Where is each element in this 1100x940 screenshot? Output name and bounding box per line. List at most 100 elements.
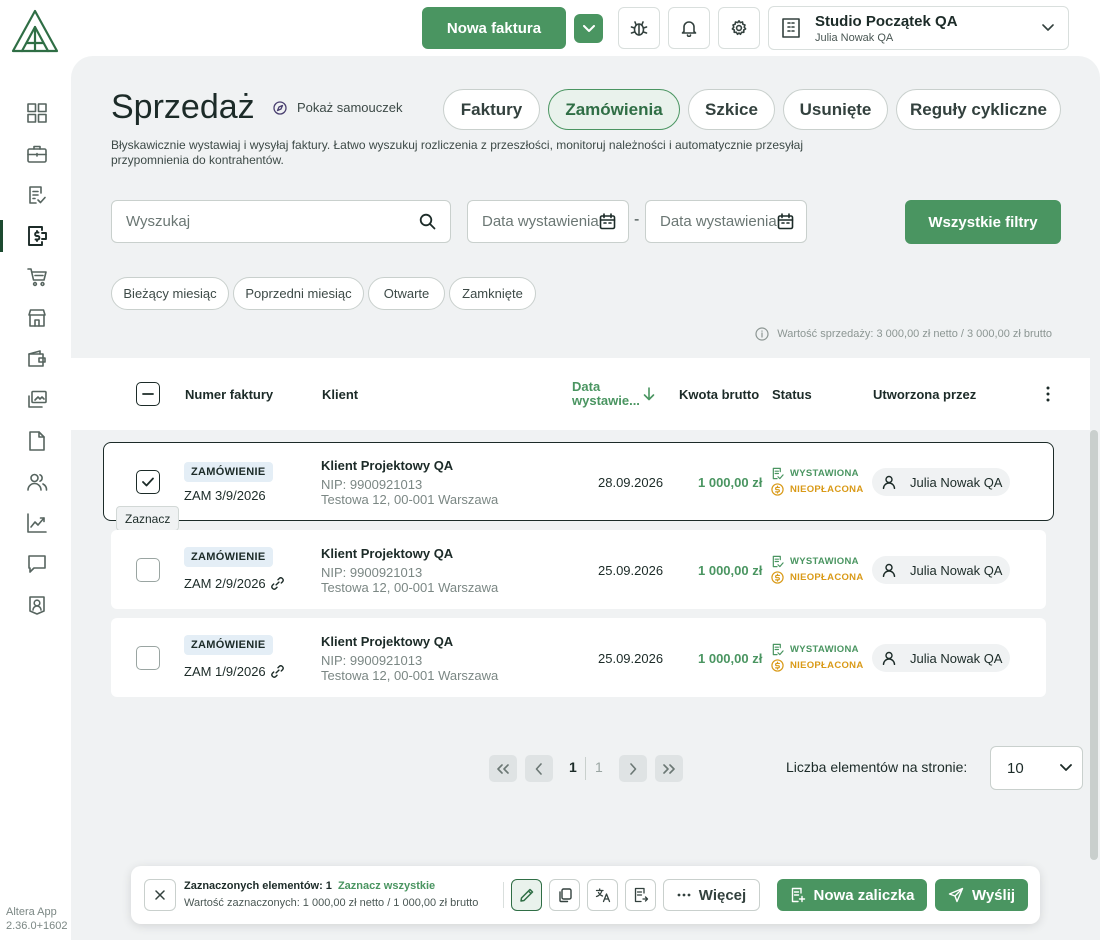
notifications-button[interactable]: [668, 7, 710, 49]
company-switcher[interactable]: Studio Początek QA Julia Nowak QA: [768, 6, 1069, 50]
calendar-icon: [599, 213, 616, 230]
edit-button[interactable]: [511, 879, 542, 911]
column-number[interactable]: Numer faktury: [185, 387, 273, 402]
chip-open[interactable]: Otwarte: [368, 277, 445, 310]
last-page-button[interactable]: [655, 755, 683, 782]
client-name[interactable]: Klient Projektowy QA: [321, 634, 453, 649]
chart-icon[interactable]: [26, 512, 48, 534]
status-issued-text: WYSTAWIONA: [790, 556, 859, 567]
columns-menu-button[interactable]: [1040, 385, 1056, 403]
client-nip: NIP: 9900921013: [321, 653, 423, 668]
tab-drafts[interactable]: Szkice: [688, 89, 775, 130]
dashboard-icon[interactable]: [26, 102, 48, 124]
first-page-button[interactable]: [489, 755, 517, 782]
translate-button[interactable]: [587, 879, 618, 911]
status-unpaid-text: NIEOPŁACONA: [790, 572, 864, 583]
new-invoice-button[interactable]: Nowa faktura: [422, 7, 566, 49]
column-status[interactable]: Status: [772, 387, 812, 402]
per-page-select[interactable]: 10: [990, 746, 1083, 790]
order-number[interactable]: ZAM 2/9/2026: [184, 576, 285, 591]
document-plus-icon: [791, 887, 805, 903]
current-page[interactable]: 1: [569, 759, 577, 775]
more-actions-button[interactable]: Więcej: [663, 879, 760, 911]
column-amount[interactable]: Kwota brutto: [679, 387, 759, 402]
briefcase-icon[interactable]: [26, 143, 48, 165]
search-input[interactable]: [126, 213, 419, 230]
date-to-box[interactable]: [645, 200, 807, 243]
total-pages: 1: [595, 759, 603, 775]
order-number[interactable]: ZAM 1/9/2026: [184, 664, 285, 679]
all-filters-button[interactable]: Wszystkie filtry: [905, 200, 1061, 244]
previous-page-button[interactable]: [525, 755, 553, 782]
gross-amount: 1 000,00 zł: [698, 475, 763, 490]
cart-icon[interactable]: [26, 266, 48, 288]
message-icon[interactable]: [26, 553, 48, 575]
user-badge-icon[interactable]: [26, 594, 48, 616]
client-name[interactable]: Klient Projektowy QA: [321, 546, 453, 561]
sales-icon[interactable]: [26, 225, 48, 247]
gallery-icon[interactable]: [26, 389, 48, 411]
chevron-down-icon: [1060, 764, 1072, 771]
clear-selection-button[interactable]: [144, 879, 176, 911]
date-from-box[interactable]: [467, 200, 629, 243]
send-button[interactable]: Wyślij: [935, 879, 1028, 911]
chip-previous-month[interactable]: Poprzedni miesiąc: [233, 277, 364, 310]
date-to-input[interactable]: [660, 213, 777, 230]
date-from-input[interactable]: [482, 213, 599, 230]
person-icon: [882, 651, 896, 665]
column-created-by[interactable]: Utworzona przez: [873, 387, 976, 402]
document-check-icon[interactable]: [26, 184, 48, 206]
show-tutorial-link[interactable]: Pokaż samouczek: [273, 100, 403, 115]
copy-icon: [558, 888, 572, 903]
search-box[interactable]: [111, 200, 451, 243]
new-advance-button[interactable]: Nowa zaliczka: [777, 879, 927, 911]
column-client[interactable]: Klient: [322, 387, 358, 402]
building-icon: [779, 16, 803, 40]
file-icon[interactable]: [26, 430, 48, 452]
chip-closed[interactable]: Zamknięte: [449, 277, 536, 310]
chip-current-month[interactable]: Bieżący miesiąc: [111, 277, 229, 310]
issue-date: 28.09.2026: [598, 475, 664, 490]
tab-recurring-rules[interactable]: Reguły cykliczne: [896, 89, 1061, 130]
row-checkbox[interactable]: [136, 558, 160, 582]
search-icon: [419, 213, 436, 230]
client-address: Testowa 12, 00-001 Warszawa: [321, 580, 499, 595]
tab-invoices[interactable]: Faktury: [443, 89, 540, 130]
bug-report-button[interactable]: [618, 7, 660, 49]
order-number[interactable]: ZAM 3/9/2026: [184, 488, 266, 503]
status-unpaid: NIEOPŁACONA: [771, 483, 864, 496]
settings-button[interactable]: [718, 7, 760, 49]
wallet-icon[interactable]: [26, 348, 48, 370]
app-logo[interactable]: [10, 8, 60, 54]
creator-name: Julia Nowak QA: [910, 650, 1003, 666]
arrow-down-icon[interactable]: [643, 387, 655, 401]
person-icon: [882, 475, 896, 489]
check-icon: [142, 477, 154, 487]
show-tutorial-label: Pokaż samouczek: [297, 100, 403, 115]
status-unpaid-text: NIEOPŁACONA: [790, 660, 864, 671]
link-icon[interactable]: [270, 664, 285, 679]
link-icon[interactable]: [270, 576, 285, 591]
contacts-icon[interactable]: [26, 471, 48, 493]
client-address: Testowa 12, 00-001 Warszawa: [321, 492, 499, 507]
close-icon: [155, 890, 165, 900]
column-date[interactable]: Data wystawie...: [572, 380, 640, 408]
scrollbar[interactable]: [1090, 430, 1098, 860]
row-checkbox[interactable]: [136, 470, 160, 494]
status-issued: WYSTAWIONA: [771, 555, 859, 568]
new-invoice-dropdown-button[interactable]: [574, 14, 603, 43]
next-page-button[interactable]: [619, 755, 647, 782]
info-icon: [755, 327, 769, 341]
store-icon[interactable]: [26, 307, 48, 329]
export-document-button[interactable]: [625, 879, 656, 911]
more-vertical-icon: [1046, 386, 1050, 402]
duplicate-button[interactable]: [549, 879, 580, 911]
client-name[interactable]: Klient Projektowy QA: [321, 458, 453, 473]
action-bar-divider: [503, 882, 504, 908]
select-all-checkbox[interactable]: [136, 382, 160, 406]
tab-deleted[interactable]: Usunięte: [783, 89, 888, 130]
select-all-link[interactable]: Zaznacz wszystkie: [338, 880, 435, 892]
row-checkbox[interactable]: [136, 646, 160, 670]
tab-orders[interactable]: Zamówienia: [548, 89, 680, 130]
chevron-down-icon: [582, 24, 595, 32]
